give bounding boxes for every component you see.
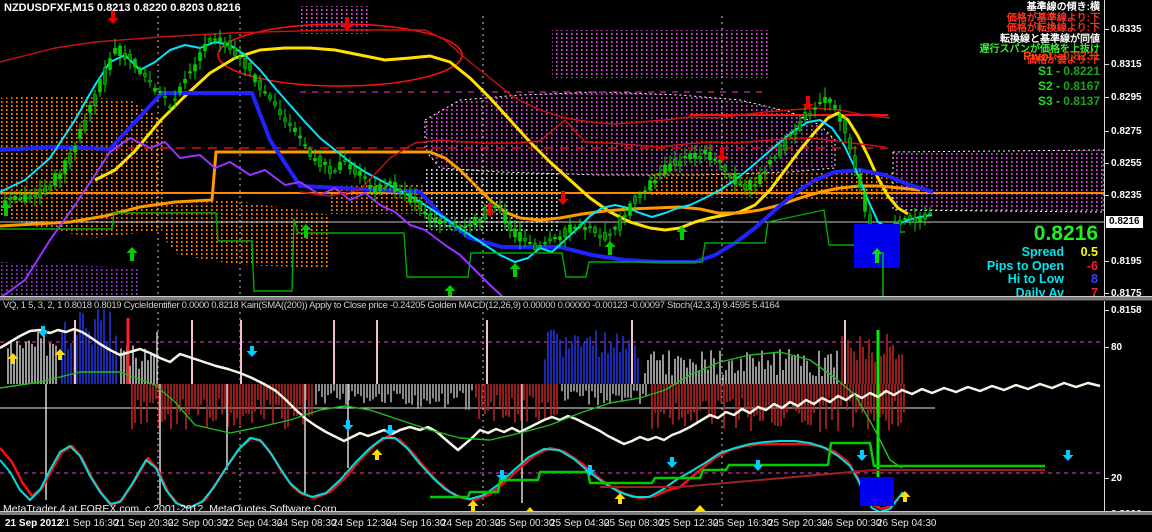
time-axis-label: 26 Sep 00:30 (822, 518, 882, 529)
price-axis-label: 0.8195 (1111, 256, 1142, 267)
time-axis-label: 22 Sep 04:30 (223, 518, 283, 529)
info-value: 8 (1064, 273, 1098, 287)
pivot-row-s1: S1 - 0.8221 (1023, 64, 1100, 79)
pivot-levels-block: Pivot - 0.8231S1 - 0.8221S2 - 0.8167S3 -… (1023, 49, 1100, 109)
exit-signal-arrow-icon (857, 450, 868, 461)
time-axis-label: 24 Sep 08:30 (277, 518, 337, 529)
time-axis-label: 25 Sep 08:30 (604, 518, 664, 529)
info-label: Spread (1022, 245, 1064, 259)
pivot-label: S3 - (1038, 94, 1063, 108)
signal-highlight-box[interactable] (860, 477, 894, 506)
pivot-row-s3: S3 - 0.8137 (1023, 94, 1100, 109)
info-value: -6 (1064, 260, 1098, 274)
ichimoku-status-line: 基準線の傾き:横 (980, 3, 1101, 14)
ichimoku-cloud (552, 30, 770, 78)
time-axis-label: 22 Sep 00:30 (168, 518, 228, 529)
info-label: Pips to Open (987, 259, 1064, 273)
axis-tick (1105, 195, 1109, 196)
ichimoku-status-line: 価格が転換線より:下 (980, 24, 1101, 35)
price-info-panel: 0.8216 Spread0.5Pips to Open-6Hi to Low8… (987, 222, 1098, 300)
exit-signal-arrow-icon (1063, 450, 1074, 461)
axis-tick (1105, 347, 1109, 348)
exit-signal-arrow-icon (343, 420, 354, 431)
time-axis-label: 25 Sep 12:30 (659, 518, 719, 529)
pivot-row-s2: S2 - 0.8167 (1023, 79, 1100, 94)
info-value: 0.5 (1064, 246, 1098, 260)
time-axis-label: 25 Sep 04:30 (550, 518, 610, 529)
axis-tick (1105, 293, 1109, 294)
axis-tick (1105, 261, 1109, 262)
time-axis-label: 21 Sep 20:30 (114, 518, 174, 529)
pivot-value: 0.8167 (1063, 79, 1100, 93)
price-axis-label: 0.8335 (1111, 24, 1142, 35)
indicator-window-caption: VQ, 1 5, 3, 2, 1 0.8018 0.8019 CycleIden… (3, 300, 779, 311)
price-axis-label: 0.8295 (1111, 92, 1142, 103)
chart-canvas[interactable] (0, 0, 1104, 532)
time-axis-label: 21 Sep 2012 (5, 518, 62, 529)
axis-tick (1105, 478, 1109, 479)
price-axis-label: 0.8235 (1111, 190, 1142, 201)
axis-tick (1105, 29, 1109, 30)
price-axis-label: 0.8255 (1111, 158, 1142, 169)
time-axis-label: 26 Sep 04:30 (877, 518, 937, 529)
price-axis[interactable]: 0.8335 0.8315 0.8295 0.8275 0.8255 0.8235 0.81… (1104, 0, 1152, 515)
current-price-label: 0.8216 (987, 222, 1098, 246)
exit-signal-arrow-icon (38, 326, 49, 337)
time-axis-label: 21 Sep 16:30 (59, 518, 119, 529)
axis-tick (1105, 163, 1109, 164)
indicator-axis-label: 20 (1111, 473, 1122, 484)
time-axis-label: 24 Sep 12:30 (332, 518, 392, 529)
ichimoku-cloud (0, 262, 140, 298)
stoch-cyan-line (0, 438, 903, 512)
info-label: Hi to Low (1008, 272, 1064, 286)
price-axis-label: 0.8275 (1111, 126, 1142, 137)
pivot-label: S1 - (1038, 64, 1063, 78)
axis-tick (1105, 310, 1109, 311)
time-axis-label: 24 Sep 16:30 (386, 518, 446, 529)
ichimoku-cloud (893, 150, 1104, 212)
panel-separator-top[interactable] (0, 296, 1152, 301)
buy-signal-arrow-icon (510, 263, 521, 277)
time-axis-label: 24 Sep 20:30 (441, 518, 501, 529)
time-axis-label: 25 Sep 00:30 (495, 518, 555, 529)
exit-signal-arrow-icon (753, 460, 764, 471)
pivot-row-pivot: Pivot - 0.8231 (1023, 49, 1100, 64)
time-axis-label: 25 Sep 20:30 (768, 518, 828, 529)
pivot-label: S2 - (1038, 79, 1063, 93)
exit-signal-arrow-icon (247, 346, 258, 357)
info-row: Pips to Open-6 (987, 260, 1098, 274)
info-row: Spread0.5 (987, 246, 1098, 260)
mt4-chart-window: { "window": { "title_line": "NZDUSDFXF,M… (0, 0, 1152, 532)
entry-signal-arrow-icon (468, 500, 479, 511)
axis-tick (1105, 64, 1109, 65)
time-axis[interactable]: 21 Sep 201221 Sep 16:3021 Sep 20:3022 Se… (0, 515, 1152, 532)
exit-signal-arrow-icon (667, 457, 678, 468)
axis-tick (1105, 97, 1109, 98)
indicator-axis-label: 80 (1111, 342, 1122, 353)
time-axis-label: 25 Sep 16:30 (713, 518, 773, 529)
price-axis-label: 0.8315 (1111, 59, 1142, 70)
buy-signal-arrow-icon (605, 241, 616, 255)
ichimoku-cloud (425, 92, 835, 175)
pivot-value: 0.8137 (1063, 94, 1100, 108)
entry-signal-arrow-icon (372, 449, 383, 460)
pivot-value: 0.8231 (1063, 49, 1100, 63)
chart-title: NZDUSDFXF,M15 0.8213 0.8220 0.8203 0.821… (4, 2, 241, 14)
pivot-label: Pivot - (1023, 49, 1063, 63)
buy-signal-arrow-icon (127, 247, 138, 261)
pivot-value: 0.8221 (1063, 64, 1100, 78)
axis-tick (1105, 131, 1109, 132)
info-row: Hi to Low8 (987, 273, 1098, 287)
indicator-axis-label: 0.8158 (1111, 305, 1142, 316)
current-price-tag: 0.8216 (1106, 216, 1143, 228)
entry-signal-arrow-icon (900, 491, 911, 502)
